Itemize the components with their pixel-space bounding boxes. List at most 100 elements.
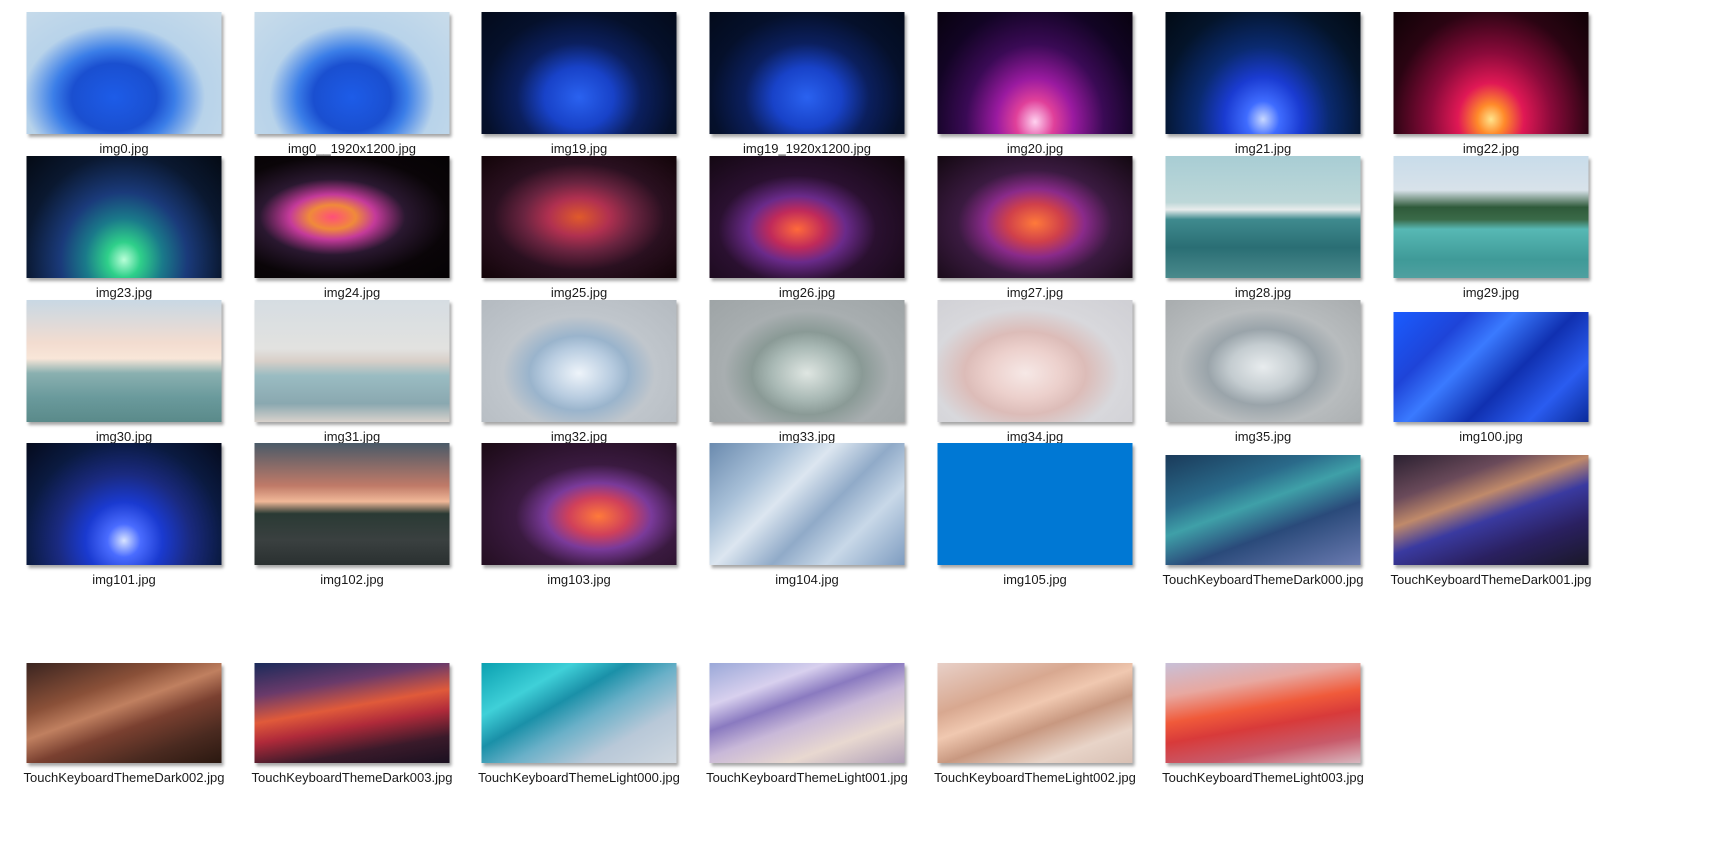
thumbnail-frame bbox=[455, 431, 703, 569]
image-thumbnail bbox=[1165, 156, 1361, 278]
thumbnail-frame bbox=[1139, 652, 1387, 767]
file-item[interactable]: img28.jpg bbox=[1139, 144, 1387, 309]
file-item[interactable]: TouchKeyboardThemeLight001.jpg bbox=[683, 652, 931, 817]
image-thumbnail bbox=[481, 300, 677, 422]
thumbnail-frame bbox=[455, 288, 703, 426]
image-thumbnail bbox=[481, 12, 677, 134]
thumbnail-frame bbox=[683, 431, 931, 569]
file-item[interactable]: img29.jpg bbox=[1367, 144, 1615, 309]
file-item[interactable]: img100.jpg bbox=[1367, 288, 1615, 453]
file-item[interactable]: img35.jpg bbox=[1139, 288, 1387, 453]
image-thumbnail bbox=[254, 663, 450, 763]
image-thumbnail bbox=[1393, 12, 1589, 134]
file-item[interactable]: img0.jpg bbox=[0, 0, 248, 165]
image-thumbnail bbox=[26, 300, 222, 422]
file-item[interactable]: img23.jpg bbox=[0, 144, 248, 309]
file-thumbnail-grid: img0.jpg img0__1920x1200.jpg img19.jpg img1… bbox=[0, 0, 1714, 867]
file-item[interactable]: TouchKeyboardThemeLight003.jpg bbox=[1139, 652, 1387, 817]
thumbnail-frame bbox=[1367, 0, 1615, 138]
file-item[interactable]: TouchKeyboardThemeDark002.jpg bbox=[0, 652, 248, 817]
image-thumbnail bbox=[709, 12, 905, 134]
file-item[interactable]: img27.jpg bbox=[911, 144, 1159, 309]
image-thumbnail bbox=[937, 12, 1133, 134]
image-thumbnail bbox=[937, 156, 1133, 278]
thumbnail-frame bbox=[683, 0, 931, 138]
file-item[interactable]: img25.jpg bbox=[455, 144, 703, 309]
image-thumbnail bbox=[26, 156, 222, 278]
image-thumbnail bbox=[1393, 455, 1589, 565]
thumbnail-frame bbox=[1367, 144, 1615, 282]
thumbnail-frame bbox=[455, 652, 703, 767]
thumbnail-frame bbox=[0, 431, 248, 569]
thumbnail-frame bbox=[1367, 431, 1615, 569]
thumbnail-frame bbox=[228, 652, 476, 767]
image-thumbnail bbox=[1165, 663, 1361, 763]
image-thumbnail bbox=[709, 156, 905, 278]
image-thumbnail bbox=[26, 12, 222, 134]
file-item[interactable]: img32.jpg bbox=[455, 288, 703, 453]
image-thumbnail bbox=[481, 443, 677, 565]
image-thumbnail bbox=[937, 663, 1133, 763]
file-name-label: TouchKeyboardThemeDark001.jpg bbox=[1390, 572, 1592, 587]
image-thumbnail bbox=[254, 443, 450, 565]
image-thumbnail bbox=[1165, 455, 1361, 565]
image-thumbnail bbox=[481, 156, 677, 278]
file-item[interactable]: img19.jpg bbox=[455, 0, 703, 165]
thumbnail-frame bbox=[455, 0, 703, 138]
file-item[interactable]: img104.jpg bbox=[683, 431, 931, 596]
file-item[interactable]: img20.jpg bbox=[911, 0, 1159, 165]
image-thumbnail bbox=[254, 12, 450, 134]
thumbnail-frame bbox=[455, 144, 703, 282]
thumbnail-frame bbox=[1139, 144, 1387, 282]
image-thumbnail bbox=[26, 663, 222, 763]
thumbnail-frame bbox=[683, 144, 931, 282]
file-item[interactable]: TouchKeyboardThemeDark000.jpg bbox=[1139, 431, 1387, 596]
image-thumbnail bbox=[937, 443, 1133, 565]
thumbnail-frame bbox=[0, 144, 248, 282]
thumbnail-frame bbox=[911, 288, 1159, 426]
thumbnail-frame bbox=[228, 288, 476, 426]
image-thumbnail bbox=[1165, 12, 1361, 134]
file-item[interactable]: img26.jpg bbox=[683, 144, 931, 309]
file-item[interactable]: TouchKeyboardThemeDark001.jpg bbox=[1367, 431, 1615, 596]
image-thumbnail bbox=[1165, 300, 1361, 422]
image-thumbnail bbox=[254, 156, 450, 278]
thumbnail-frame bbox=[1139, 0, 1387, 138]
file-item[interactable]: img34.jpg bbox=[911, 288, 1159, 453]
image-thumbnail bbox=[937, 300, 1133, 422]
thumbnail-frame bbox=[911, 431, 1159, 569]
image-thumbnail bbox=[254, 300, 450, 422]
file-item[interactable]: img22.jpg bbox=[1367, 0, 1615, 165]
file-item[interactable]: img21.jpg bbox=[1139, 0, 1387, 165]
file-item[interactable]: img105.jpg bbox=[911, 431, 1159, 596]
file-item[interactable]: TouchKeyboardThemeLight002.jpg bbox=[911, 652, 1159, 817]
file-item[interactable]: img31.jpg bbox=[228, 288, 476, 453]
image-thumbnail bbox=[26, 443, 222, 565]
file-item[interactable]: img30.jpg bbox=[0, 288, 248, 453]
file-item[interactable]: img24.jpg bbox=[228, 144, 476, 309]
file-item[interactable]: img101.jpg bbox=[0, 431, 248, 596]
thumbnail-frame bbox=[1139, 288, 1387, 426]
file-item[interactable]: img102.jpg bbox=[228, 431, 476, 596]
image-thumbnail bbox=[709, 443, 905, 565]
file-item[interactable]: img33.jpg bbox=[683, 288, 931, 453]
thumbnail-frame bbox=[683, 652, 931, 767]
image-thumbnail bbox=[709, 300, 905, 422]
thumbnail-frame bbox=[1139, 431, 1387, 569]
thumbnail-frame bbox=[0, 652, 248, 767]
file-item[interactable]: TouchKeyboardThemeLight000.jpg bbox=[455, 652, 703, 817]
thumbnail-frame bbox=[911, 652, 1159, 767]
file-item[interactable]: img103.jpg bbox=[455, 431, 703, 596]
file-item[interactable]: img0__1920x1200.jpg bbox=[228, 0, 476, 165]
thumbnail-frame bbox=[911, 144, 1159, 282]
thumbnail-frame bbox=[1367, 288, 1615, 426]
file-item[interactable]: TouchKeyboardThemeDark003.jpg bbox=[228, 652, 476, 817]
thumbnail-frame bbox=[683, 288, 931, 426]
thumbnail-frame bbox=[0, 288, 248, 426]
file-item[interactable]: img19_1920x1200.jpg bbox=[683, 0, 931, 165]
image-thumbnail bbox=[1393, 312, 1589, 422]
thumbnail-frame bbox=[228, 144, 476, 282]
file-name-label: TouchKeyboardThemeLight003.jpg bbox=[1162, 770, 1364, 785]
image-thumbnail bbox=[709, 663, 905, 763]
image-thumbnail bbox=[1393, 156, 1589, 278]
